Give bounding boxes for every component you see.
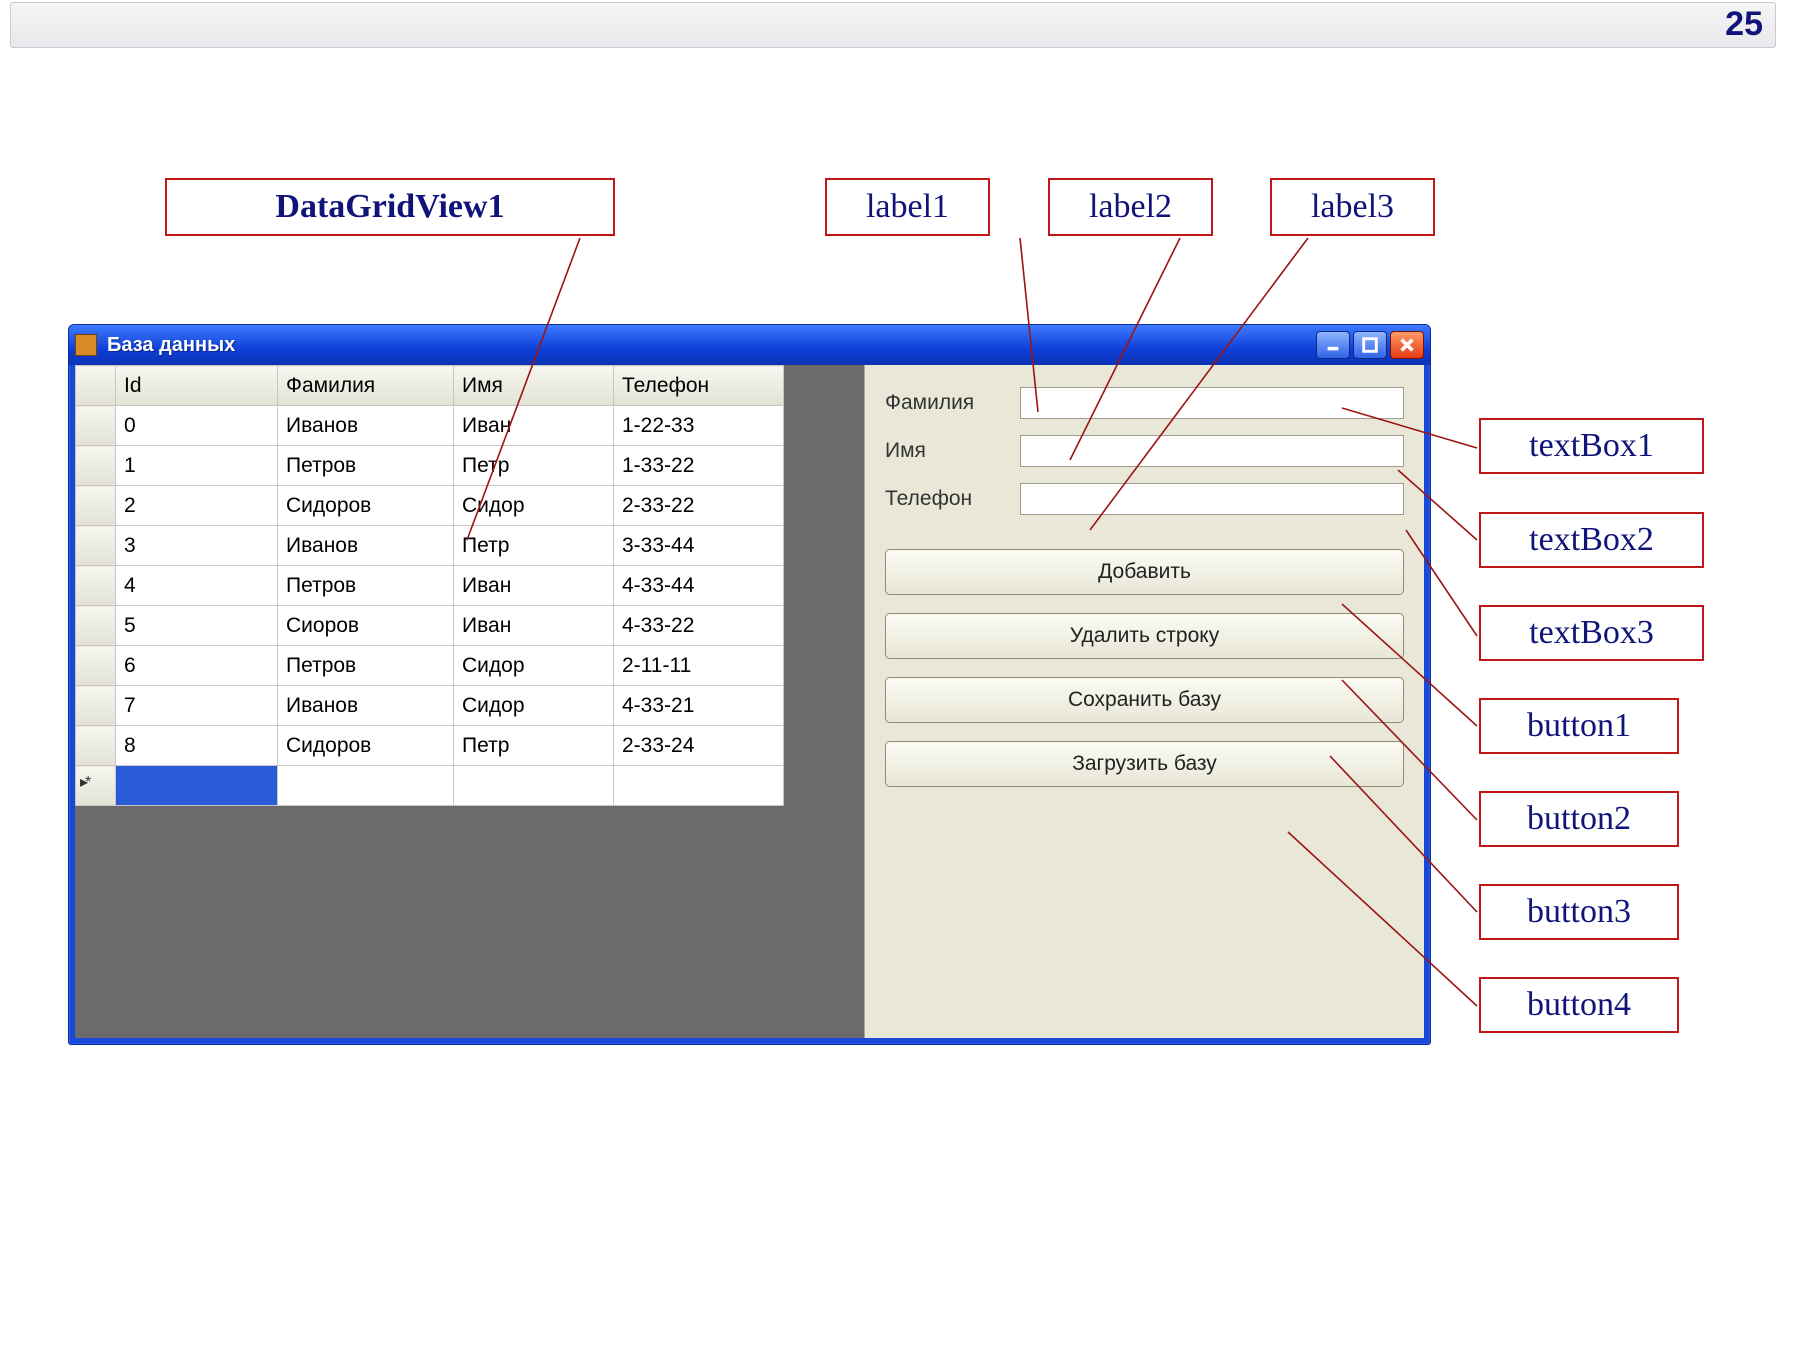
cell-tel[interactable]: 1-33-22 xyxy=(614,446,784,486)
annotation-label1: label1 xyxy=(825,178,990,236)
close-button[interactable] xyxy=(1390,331,1424,359)
row-header[interactable] xyxy=(76,486,116,526)
table-row[interactable]: 4ПетровИван4-33-44 xyxy=(76,566,784,606)
label-name: Имя xyxy=(885,439,1020,463)
cell-nam[interactable]: Петр xyxy=(454,446,614,486)
title-bar[interactable]: База данных xyxy=(69,325,1430,365)
cell-nam[interactable]: Сидор xyxy=(454,646,614,686)
maximize-button[interactable] xyxy=(1353,331,1387,359)
row-header[interactable] xyxy=(76,446,116,486)
cell-fam[interactable]: Петров xyxy=(278,646,454,686)
cell-id[interactable]: 0 xyxy=(116,406,278,446)
cell-tel[interactable]: 4-33-22 xyxy=(614,606,784,646)
row-header[interactable] xyxy=(76,726,116,766)
app-icon xyxy=(75,334,97,356)
annotation-textbox1: textBox1 xyxy=(1479,418,1704,474)
data-grid-container: Id Фамилия Имя Телефон 0ИвановИван1-22-3… xyxy=(75,365,865,1038)
cell-fam[interactable] xyxy=(278,766,454,806)
row-header[interactable] xyxy=(76,526,116,566)
cell-fam[interactable]: Иванов xyxy=(278,406,454,446)
cell-nam[interactable]: Сидор xyxy=(454,686,614,726)
input-surname[interactable] xyxy=(1020,387,1404,419)
input-name[interactable] xyxy=(1020,435,1404,467)
annotation-datagrid: DataGridView1 xyxy=(165,178,615,236)
data-grid[interactable]: Id Фамилия Имя Телефон 0ИвановИван1-22-3… xyxy=(75,365,784,806)
annotation-button4: button4 xyxy=(1479,977,1679,1033)
cell-nam[interactable]: Сидор xyxy=(454,486,614,526)
label-phone: Телефон xyxy=(885,487,1020,511)
table-row[interactable]: 6ПетровСидор2-11-11 xyxy=(76,646,784,686)
slide-top-bar: 25 xyxy=(10,2,1776,48)
grid-header-id[interactable]: Id xyxy=(116,366,278,406)
cell-nam[interactable]: Петр xyxy=(454,526,614,566)
cell-fam[interactable]: Сидоров xyxy=(278,726,454,766)
cell-tel[interactable]: 2-33-24 xyxy=(614,726,784,766)
save-button[interactable]: Сохранить базу xyxy=(885,677,1404,723)
cell-nam[interactable]: Иван xyxy=(454,406,614,446)
new-row[interactable] xyxy=(76,766,784,806)
grid-header-fam[interactable]: Фамилия xyxy=(278,366,454,406)
annotation-label3: label3 xyxy=(1270,178,1435,236)
input-phone[interactable] xyxy=(1020,483,1404,515)
row-header[interactable] xyxy=(76,686,116,726)
cell-tel[interactable]: 2-11-11 xyxy=(614,646,784,686)
form-panel: Фамилия Имя Телефон Добавить Удалить стр… xyxy=(865,365,1424,1038)
cell-nam[interactable]: Иван xyxy=(454,566,614,606)
grid-header-nam[interactable]: Имя xyxy=(454,366,614,406)
row-header[interactable] xyxy=(76,646,116,686)
row-header[interactable] xyxy=(76,606,116,646)
row-header[interactable] xyxy=(76,406,116,446)
cell-tel[interactable]: 1-22-33 xyxy=(614,406,784,446)
cell-id[interactable]: 1 xyxy=(116,446,278,486)
label-surname: Фамилия xyxy=(885,391,1020,415)
window-title: База данных xyxy=(107,334,235,357)
table-row[interactable]: 2СидоровСидор2-33-22 xyxy=(76,486,784,526)
delete-button[interactable]: Удалить строку xyxy=(885,613,1404,659)
load-button[interactable]: Загрузить базу xyxy=(885,741,1404,787)
grid-corner[interactable] xyxy=(76,366,116,406)
table-row[interactable]: 7ИвановСидор4-33-21 xyxy=(76,686,784,726)
table-row[interactable]: 0ИвановИван1-22-33 xyxy=(76,406,784,446)
cell-fam[interactable]: Петров xyxy=(278,566,454,606)
annotation-textbox3: textBox3 xyxy=(1479,605,1704,661)
cell-nam[interactable]: Иван xyxy=(454,606,614,646)
row-header-new[interactable] xyxy=(76,766,116,806)
table-row[interactable]: 1ПетровПетр1-33-22 xyxy=(76,446,784,486)
annotation-button2: button2 xyxy=(1479,791,1679,847)
grid-header-tel[interactable]: Телефон xyxy=(614,366,784,406)
cell-tel[interactable]: 4-33-21 xyxy=(614,686,784,726)
slide-number: 25 xyxy=(1725,5,1763,44)
add-button[interactable]: Добавить xyxy=(885,549,1404,595)
table-row[interactable]: 5СиоровИван4-33-22 xyxy=(76,606,784,646)
cell-id[interactable]: 6 xyxy=(116,646,278,686)
cell-tel[interactable] xyxy=(614,766,784,806)
cell-fam[interactable]: Сиоров xyxy=(278,606,454,646)
row-header[interactable] xyxy=(76,566,116,606)
cell-id[interactable] xyxy=(116,766,278,806)
cell-nam[interactable] xyxy=(454,766,614,806)
cell-nam[interactable]: Петр xyxy=(454,726,614,766)
cell-fam[interactable]: Сидоров xyxy=(278,486,454,526)
annotation-label2: label2 xyxy=(1048,178,1213,236)
cell-fam[interactable]: Петров xyxy=(278,446,454,486)
cell-tel[interactable]: 2-33-22 xyxy=(614,486,784,526)
cell-id[interactable]: 7 xyxy=(116,686,278,726)
table-row[interactable]: 8СидоровПетр2-33-24 xyxy=(76,726,784,766)
cell-id[interactable]: 3 xyxy=(116,526,278,566)
app-window: База данных Id Фамилия Имя Телефон 0Иван… xyxy=(68,324,1431,1045)
cell-id[interactable]: 8 xyxy=(116,726,278,766)
annotation-textbox2: textBox2 xyxy=(1479,512,1704,568)
cell-fam[interactable]: Иванов xyxy=(278,526,454,566)
cell-tel[interactable]: 4-33-44 xyxy=(614,566,784,606)
cell-id[interactable]: 4 xyxy=(116,566,278,606)
cell-id[interactable]: 5 xyxy=(116,606,278,646)
cell-tel[interactable]: 3-33-44 xyxy=(614,526,784,566)
cell-fam[interactable]: Иванов xyxy=(278,686,454,726)
cell-id[interactable]: 2 xyxy=(116,486,278,526)
annotation-button3: button3 xyxy=(1479,884,1679,940)
annotation-button1: button1 xyxy=(1479,698,1679,754)
minimize-button[interactable] xyxy=(1316,331,1350,359)
table-row[interactable]: 3ИвановПетр3-33-44 xyxy=(76,526,784,566)
